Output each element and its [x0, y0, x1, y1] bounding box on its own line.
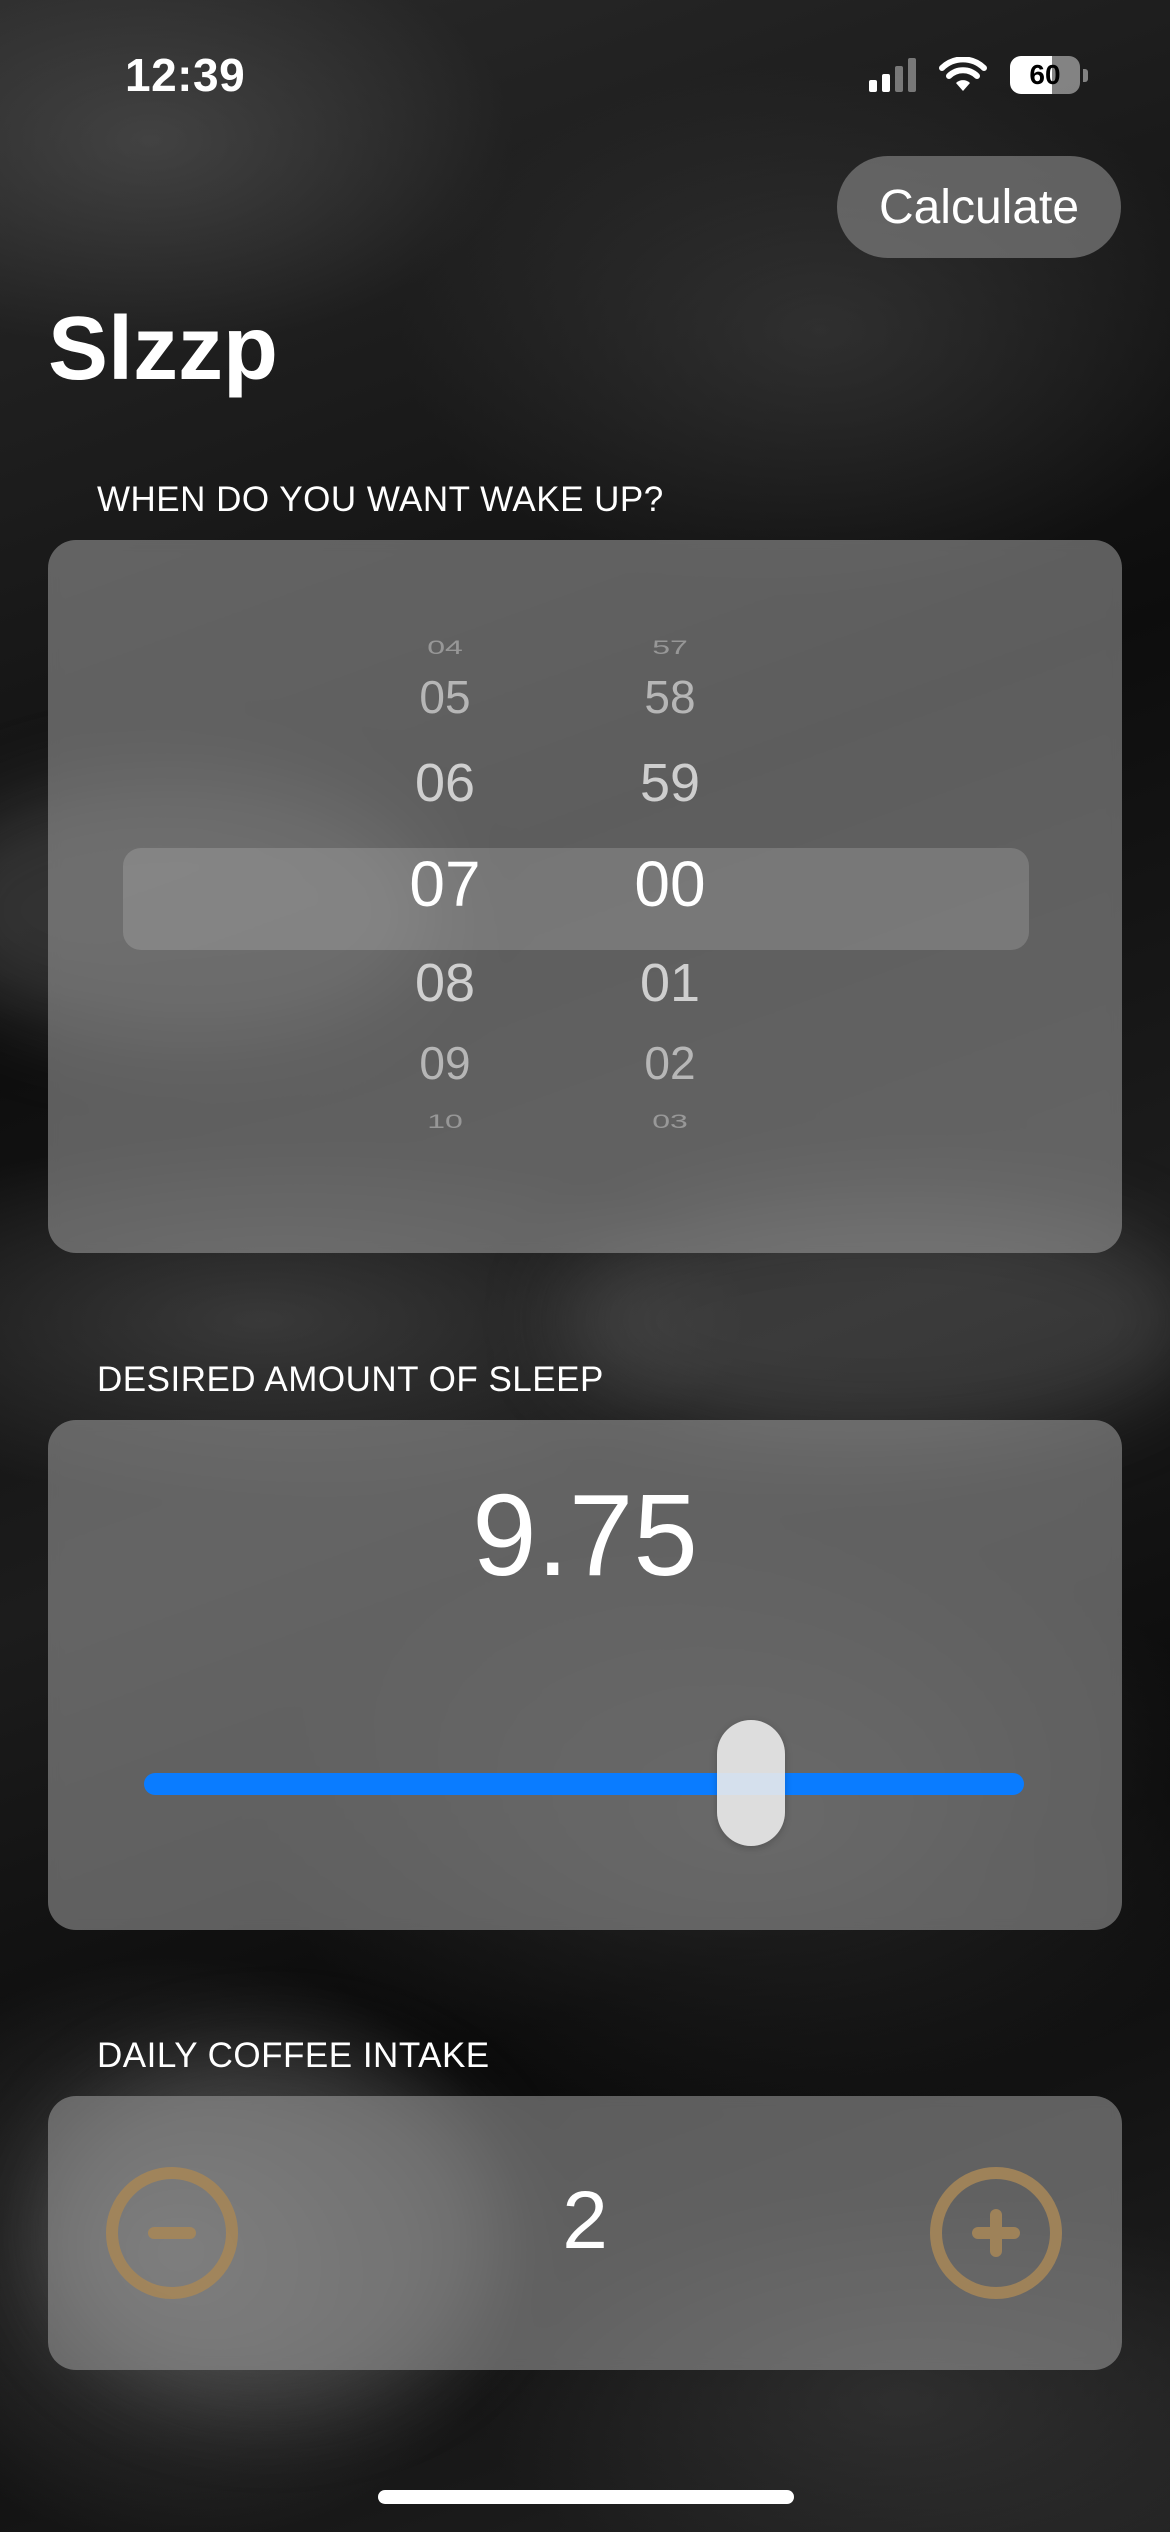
hour-option[interactable]: 10 — [385, 1112, 505, 1135]
minute-wheel[interactable]: 57 58 59 00 01 02 03 — [610, 630, 730, 1142]
hour-option[interactable]: 05 — [385, 668, 505, 756]
coffee-intake-label: DAILY COFFEE INTAKE — [97, 2036, 490, 2075]
hour-option[interactable]: 09 — [385, 1040, 505, 1104]
minute-option[interactable]: 59 — [610, 756, 730, 842]
sleep-amount-label: DESIRED AMOUNT OF SLEEP — [97, 1360, 604, 1399]
page-title: Slzzp — [48, 299, 279, 399]
selected-hour[interactable]: 07 — [385, 842, 505, 956]
sleep-slider-track[interactable] — [144, 1773, 1024, 1795]
cellular-signal-icon — [869, 58, 916, 92]
plus-circle-icon-vertical — [990, 2209, 1002, 2257]
wake-up-label: WHEN DO YOU WANT WAKE UP? — [97, 480, 664, 519]
wifi-icon — [939, 57, 987, 91]
coffee-intake-card: 2 — [48, 2096, 1122, 2370]
hour-wheel[interactable]: 04 05 06 07 08 09 10 — [385, 630, 505, 1142]
battery-level: 60 — [1010, 56, 1080, 94]
minute-option[interactable]: 57 — [610, 638, 730, 661]
minute-option[interactable]: 58 — [610, 668, 730, 756]
increment-button[interactable] — [930, 2167, 1062, 2299]
minute-option[interactable]: 03 — [610, 1112, 730, 1135]
minute-option[interactable]: 02 — [610, 1040, 730, 1104]
hour-option[interactable]: 04 — [385, 638, 505, 661]
sleep-amount-card: 9.75 — [48, 1420, 1122, 1930]
sleep-amount-value: 9.75 — [472, 1470, 698, 1600]
picker-selection-highlight — [123, 848, 1029, 950]
home-indicator — [378, 2490, 794, 2504]
hour-option[interactable]: 06 — [385, 756, 505, 842]
status-time: 12:39 — [125, 49, 246, 101]
status-icons: 60 — [869, 56, 1088, 94]
app-screen: 12:39 60 Calculate Slzzp WHEN DO YOU WAN… — [0, 0, 1170, 2532]
minute-option[interactable]: 01 — [610, 956, 730, 1040]
hour-option[interactable]: 08 — [385, 956, 505, 1040]
selected-minute[interactable]: 00 — [610, 842, 730, 956]
calculate-button[interactable]: Calculate — [837, 156, 1121, 258]
wake-up-time-picker[interactable]: 04 05 06 07 08 09 10 57 58 59 00 01 02 0… — [48, 540, 1122, 1253]
battery-icon: 60 — [1010, 56, 1088, 94]
sleep-slider-thumb[interactable] — [717, 1720, 786, 1846]
